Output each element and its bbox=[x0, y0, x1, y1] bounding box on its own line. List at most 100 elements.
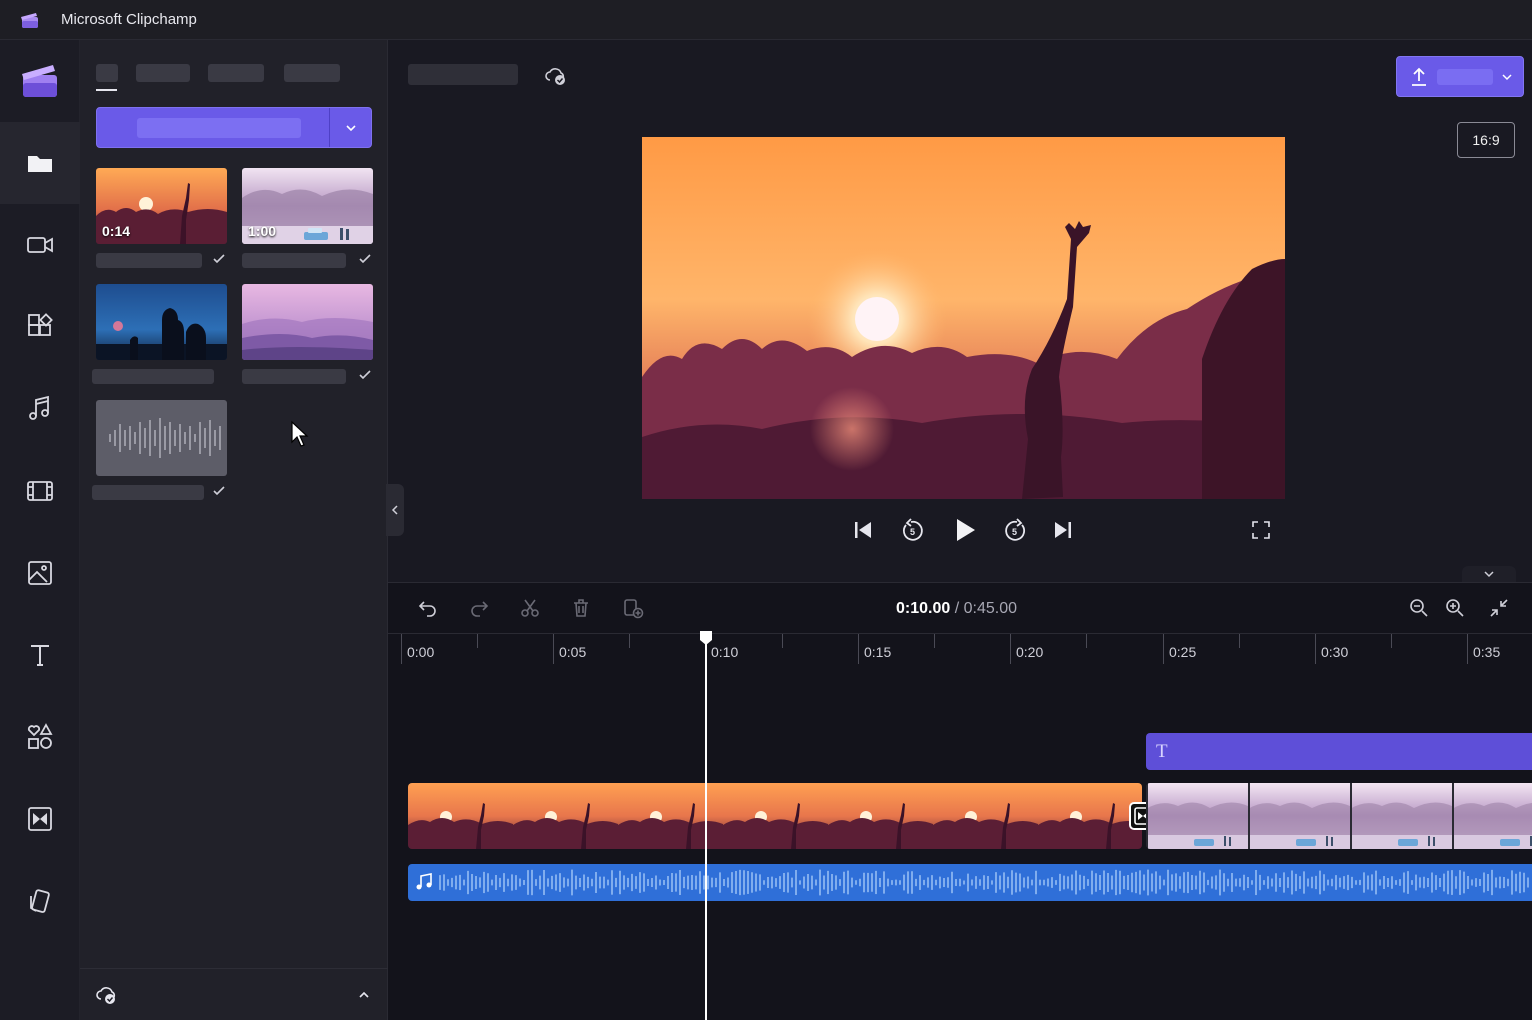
fit-timeline-button[interactable] bbox=[1486, 595, 1512, 621]
split-button[interactable] bbox=[517, 595, 543, 621]
film-icon bbox=[27, 481, 53, 501]
duration-badge: 0:14 bbox=[102, 223, 131, 239]
chevron-up-icon[interactable] bbox=[357, 988, 371, 1002]
undo-icon bbox=[418, 601, 436, 617]
media-item[interactable] bbox=[96, 284, 227, 360]
playhead[interactable] bbox=[705, 632, 707, 1020]
undo-button[interactable] bbox=[415, 595, 441, 621]
fullscreen-button[interactable] bbox=[1245, 514, 1277, 546]
media-item[interactable]: 0:14 bbox=[96, 168, 227, 244]
trash-icon bbox=[574, 599, 588, 617]
media-item[interactable]: 1:00 bbox=[242, 168, 373, 244]
left-nav-rail bbox=[0, 40, 80, 1020]
check-icon bbox=[359, 254, 371, 264]
image-icon bbox=[28, 561, 52, 585]
active-tab-indicator bbox=[96, 89, 117, 91]
media-item-name bbox=[96, 253, 202, 268]
shapes-icon bbox=[27, 723, 53, 749]
timecode-display: 0:10.00 / 0:45.00 bbox=[896, 600, 1017, 618]
sidebar-item-record-create[interactable] bbox=[0, 204, 80, 286]
tab-audio[interactable] bbox=[284, 64, 340, 82]
time-ruler[interactable]: 0:00 0:05 0:10 0:15 0:20 0:25 0:30 0:35 bbox=[388, 633, 1532, 664]
import-media-button[interactable] bbox=[96, 107, 372, 148]
sidebar-item-music[interactable] bbox=[0, 368, 80, 450]
video-clip-mountains[interactable] bbox=[1146, 783, 1532, 849]
sidebar-item-stock-images[interactable] bbox=[0, 532, 80, 614]
skip-to-end-button[interactable] bbox=[1047, 514, 1079, 546]
collapse-panel-button[interactable] bbox=[386, 484, 404, 536]
templates-icon bbox=[28, 313, 53, 336]
ruler-tick bbox=[1086, 634, 1087, 648]
collapse-arrows-icon bbox=[1490, 599, 1508, 617]
clipchamp-logo-icon bbox=[22, 65, 57, 97]
tab-all[interactable] bbox=[96, 64, 118, 82]
forward-5-button[interactable]: 5 bbox=[999, 514, 1031, 546]
camera-icon bbox=[27, 237, 53, 253]
forward-5-icon: 5 bbox=[1005, 518, 1025, 541]
sidebar-item-text[interactable] bbox=[0, 614, 80, 696]
project-name-field[interactable] bbox=[408, 64, 518, 85]
mouse-cursor-icon bbox=[291, 420, 309, 447]
import-label-placeholder bbox=[137, 117, 301, 138]
check-icon bbox=[213, 254, 225, 264]
sidebar-item-transitions[interactable] bbox=[0, 778, 80, 860]
play-icon bbox=[957, 519, 975, 541]
media-item-name bbox=[242, 253, 346, 268]
playhead-handle-icon[interactable] bbox=[698, 630, 714, 646]
clipchamp-home-logo[interactable] bbox=[0, 40, 80, 122]
collapse-timeline-button[interactable] bbox=[1462, 566, 1516, 582]
import-options-dropdown[interactable] bbox=[330, 108, 372, 147]
ruler-label: 0:15 bbox=[864, 644, 892, 660]
duration-badge: 1:00 bbox=[248, 223, 277, 239]
text-clip[interactable]: T bbox=[1146, 733, 1532, 770]
play-button[interactable] bbox=[949, 514, 981, 546]
ruler-label: 0:00 bbox=[407, 644, 435, 660]
skip-to-start-button[interactable] bbox=[847, 514, 879, 546]
tab-videos[interactable] bbox=[136, 64, 190, 82]
title-bar: Microsoft Clipchamp bbox=[0, 0, 1532, 40]
fullscreen-icon bbox=[1252, 521, 1270, 539]
brand-kit-icon bbox=[30, 889, 50, 913]
media-item-name bbox=[242, 369, 346, 384]
app-window: Microsoft Clipchamp 0:14 1:00 16:9 5 5 0… bbox=[0, 0, 1532, 1020]
rewind-5-icon: 5 bbox=[903, 518, 923, 541]
music-icon bbox=[29, 395, 49, 420]
sidebar-item-stock-video[interactable] bbox=[0, 450, 80, 532]
delete-button[interactable] bbox=[568, 595, 594, 621]
sidebar-item-brand-kit[interactable] bbox=[0, 860, 80, 942]
ruler-tick bbox=[1163, 634, 1164, 664]
video-clip-giraffe[interactable] bbox=[408, 783, 1142, 849]
zoom-out-icon bbox=[1410, 599, 1428, 617]
rewind-5-button[interactable]: 5 bbox=[897, 514, 929, 546]
media-panel: 0:14 1:00 bbox=[80, 40, 388, 1020]
redo-button[interactable] bbox=[466, 595, 492, 621]
zoom-in-button[interactable] bbox=[1442, 595, 1468, 621]
media-item[interactable] bbox=[242, 284, 373, 360]
tab-photos[interactable] bbox=[208, 64, 264, 82]
zoom-out-button[interactable] bbox=[1406, 595, 1432, 621]
media-item-audio[interactable] bbox=[96, 400, 227, 476]
clip-filmstrip bbox=[1146, 783, 1532, 849]
cloud-sync-icon[interactable] bbox=[96, 985, 118, 1005]
sidebar-item-your-media[interactable] bbox=[0, 122, 80, 204]
sidebar-item-templates[interactable] bbox=[0, 286, 80, 368]
media-item-name bbox=[92, 485, 204, 500]
cloud-saved-icon bbox=[545, 68, 565, 85]
total-time: 0:45.00 bbox=[963, 600, 1017, 617]
import-media-main[interactable] bbox=[97, 108, 329, 147]
export-button[interactable] bbox=[1396, 56, 1524, 97]
duplicate-button[interactable] bbox=[620, 595, 646, 621]
upload-icon bbox=[1412, 67, 1426, 86]
zoom-in-icon bbox=[1446, 599, 1464, 617]
audio-clip[interactable] bbox=[408, 864, 1532, 901]
clip-filmstrip bbox=[408, 783, 1142, 849]
chevron-down-icon bbox=[346, 124, 356, 131]
svg-text:5: 5 bbox=[1012, 527, 1017, 537]
chevron-left-icon bbox=[391, 505, 398, 515]
ruler-tick bbox=[1239, 634, 1240, 648]
video-preview[interactable] bbox=[642, 137, 1285, 499]
sidebar-item-graphics[interactable] bbox=[0, 696, 80, 778]
media-thumbnail bbox=[242, 284, 373, 360]
aspect-ratio-button[interactable]: 16:9 bbox=[1457, 122, 1515, 158]
transition-icon bbox=[28, 807, 52, 831]
